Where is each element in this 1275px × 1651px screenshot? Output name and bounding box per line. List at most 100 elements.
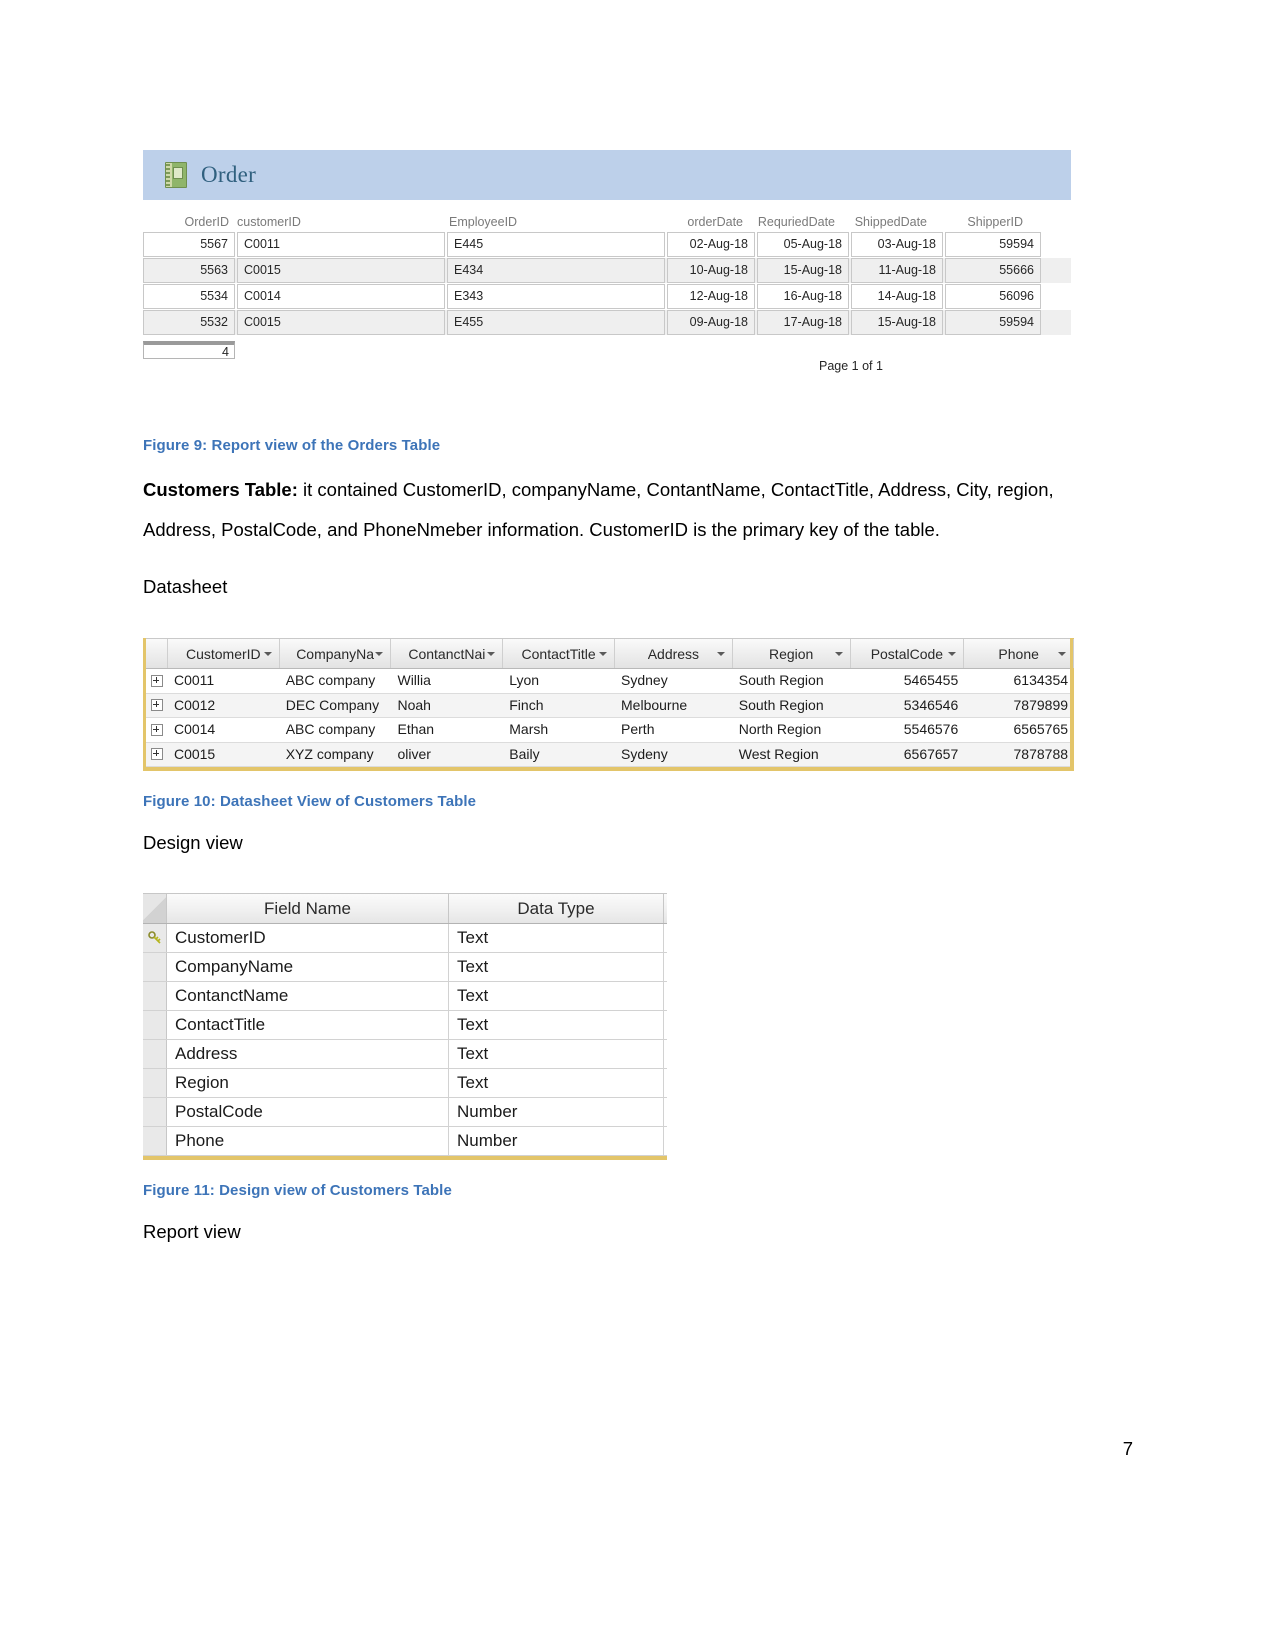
primary-key-icon: [143, 924, 167, 952]
cell-orderdate: 10-Aug-18: [667, 258, 755, 283]
datasheet-header-companyname[interactable]: CompanyNa: [280, 639, 392, 668]
cell-customerid: C0011: [237, 232, 445, 257]
customers-designview-screenshot: Field Name Data Type CustomerID Text Com…: [143, 893, 667, 1160]
cell-region: North Region: [738, 721, 822, 737]
designview-bottom-edge-marker: [143, 1156, 667, 1160]
table-row[interactable]: CompanyName Text: [143, 953, 667, 982]
designview-header-datatype: Data Type: [449, 894, 664, 923]
cell-companyname: ABC company: [285, 721, 376, 737]
cell-address: Sydeny: [621, 745, 668, 762]
table-row[interactable]: C0012 DEC Company Noah Finch Melbourne S…: [146, 693, 1074, 718]
cell-orderid: 5532: [143, 310, 235, 335]
table-row[interactable]: Address Text: [143, 1040, 667, 1069]
cell-contactname: oliver: [397, 745, 431, 762]
table-row[interactable]: PostalCode Number: [143, 1098, 667, 1127]
figure-10-caption: Figure 10: Datasheet View of Customers T…: [143, 793, 477, 810]
designview-corner-cell[interactable]: [143, 894, 167, 923]
cell-companyname: ABC company: [285, 672, 376, 688]
cell-region: West Region: [738, 745, 819, 762]
cell-address: Sydney: [621, 672, 668, 688]
designview-header-fieldname: Field Name: [167, 894, 449, 923]
order-report-title: Order: [201, 162, 257, 187]
table-row[interactable]: C0011 ABC company Willia Lyon Sydney Sou…: [146, 669, 1074, 694]
datasheet-header-customerid[interactable]: CustomerID: [168, 639, 280, 668]
cell-phone: 7879899: [1013, 696, 1069, 713]
chevron-down-icon[interactable]: [599, 651, 608, 656]
cell-fieldname: ContactTitle: [167, 1011, 449, 1039]
expand-row-icon[interactable]: [146, 718, 168, 742]
column-header-requireddate: RequriedDate: [757, 215, 835, 229]
row-selector[interactable]: [143, 1069, 167, 1097]
order-report-screenshot: Order OrderID customerID EmployeeID orde…: [143, 150, 1071, 381]
cell-employeeid: E445: [447, 232, 665, 257]
header-label: Region: [768, 645, 814, 662]
cell-requireddate: 15-Aug-18: [757, 258, 849, 283]
datasheet-header-contacttitle[interactable]: ContactTitle: [503, 639, 616, 668]
datasheet-column-headers: CustomerID CompanyNa ContanctNai Contact…: [146, 638, 1075, 669]
row-selector[interactable]: [143, 982, 167, 1010]
row-selector[interactable]: [143, 1040, 167, 1068]
figure-9-caption: Figure 9: Report view of the Orders Tabl…: [143, 437, 441, 454]
table-row[interactable]: ContanctName Text: [143, 982, 667, 1011]
cell-datatype: Text: [449, 924, 664, 952]
chevron-down-icon[interactable]: [487, 651, 496, 656]
chevron-down-icon[interactable]: [263, 651, 272, 656]
row-selector[interactable]: [143, 953, 167, 981]
cell-customerid: C0015: [237, 258, 445, 283]
chevron-down-icon[interactable]: [948, 651, 957, 656]
cell-fieldname: PostalCode: [167, 1098, 449, 1126]
cell-contacttitle: Lyon: [509, 672, 540, 688]
chevron-down-icon[interactable]: [375, 651, 384, 656]
cell-orderid: 5534: [143, 284, 235, 309]
column-header-orderdate: orderDate: [687, 215, 743, 229]
chevron-down-icon[interactable]: [1058, 651, 1067, 656]
expand-row-icon[interactable]: [146, 669, 168, 693]
cell-requireddate: 17-Aug-18: [757, 310, 849, 335]
cell-requireddate: 16-Aug-18: [757, 284, 849, 309]
table-row: 5534 C0014 E343 12-Aug-18 16-Aug-18 14-A…: [143, 284, 1071, 309]
datasheet-corner-cell[interactable]: [146, 639, 168, 668]
cell-shipperid: 59594: [945, 310, 1041, 335]
row-selector[interactable]: [143, 1098, 167, 1126]
cell-shipperid: 59594: [945, 232, 1041, 257]
datasheet-header-contactname[interactable]: ContanctNai: [391, 639, 504, 668]
table-row[interactable]: C0014 ABC company Ethan Marsh Perth Nort…: [146, 718, 1074, 743]
row-selector[interactable]: [143, 1011, 167, 1039]
cell-contactname: Noah: [397, 696, 431, 713]
cell-shipperid: 56096: [945, 284, 1041, 309]
datasheet-header-region[interactable]: Region: [733, 639, 851, 668]
header-label: PostalCode: [870, 645, 944, 662]
cell-postalcode: 5346546: [903, 696, 959, 713]
table-row[interactable]: Region Text: [143, 1069, 667, 1098]
cell-datatype: Text: [449, 1069, 664, 1097]
cell-contactname: Willia: [397, 672, 431, 688]
header-label: ContactTitle: [521, 645, 596, 662]
cell-requireddate: 05-Aug-18: [757, 232, 849, 257]
order-report-column-headers: OrderID customerID EmployeeID orderDate …: [143, 200, 1071, 232]
header-label: Address: [647, 645, 700, 662]
record-count-box: 4: [143, 341, 235, 359]
cell-contacttitle: Baily: [509, 745, 540, 762]
table-row[interactable]: C0015 XYZ company oliver Baily Sydeny We…: [146, 742, 1074, 767]
cell-fieldname: Address: [167, 1040, 449, 1068]
column-header-shipperid: ShipperID: [967, 215, 1023, 229]
column-header-shippeddate: ShippedDate: [854, 215, 927, 229]
table-row[interactable]: Phone Number: [143, 1127, 667, 1156]
expand-row-icon[interactable]: [146, 743, 168, 767]
table-row[interactable]: ContactTitle Text: [143, 1011, 667, 1040]
cell-postalcode: 5546576: [903, 721, 959, 737]
datasheet-header-address[interactable]: Address: [615, 639, 733, 668]
cell-datatype: Text: [449, 1011, 664, 1039]
datasheet-bottom-edge-marker: [146, 767, 1074, 771]
datasheet-header-postalcode[interactable]: PostalCode: [851, 639, 965, 668]
row-selector[interactable]: [143, 1127, 167, 1155]
table-row[interactable]: CustomerID Text: [143, 924, 667, 953]
report-view-section-label: Report view: [143, 1221, 241, 1242]
cell-shippeddate: 11-Aug-18: [851, 258, 943, 283]
cell-shipperid: 55666: [945, 258, 1041, 283]
expand-row-icon[interactable]: [146, 694, 168, 718]
chevron-down-icon[interactable]: [716, 651, 725, 656]
chevron-down-icon[interactable]: [834, 651, 843, 656]
datasheet-header-phone[interactable]: Phone: [964, 639, 1075, 668]
cell-datatype: Number: [449, 1098, 664, 1126]
